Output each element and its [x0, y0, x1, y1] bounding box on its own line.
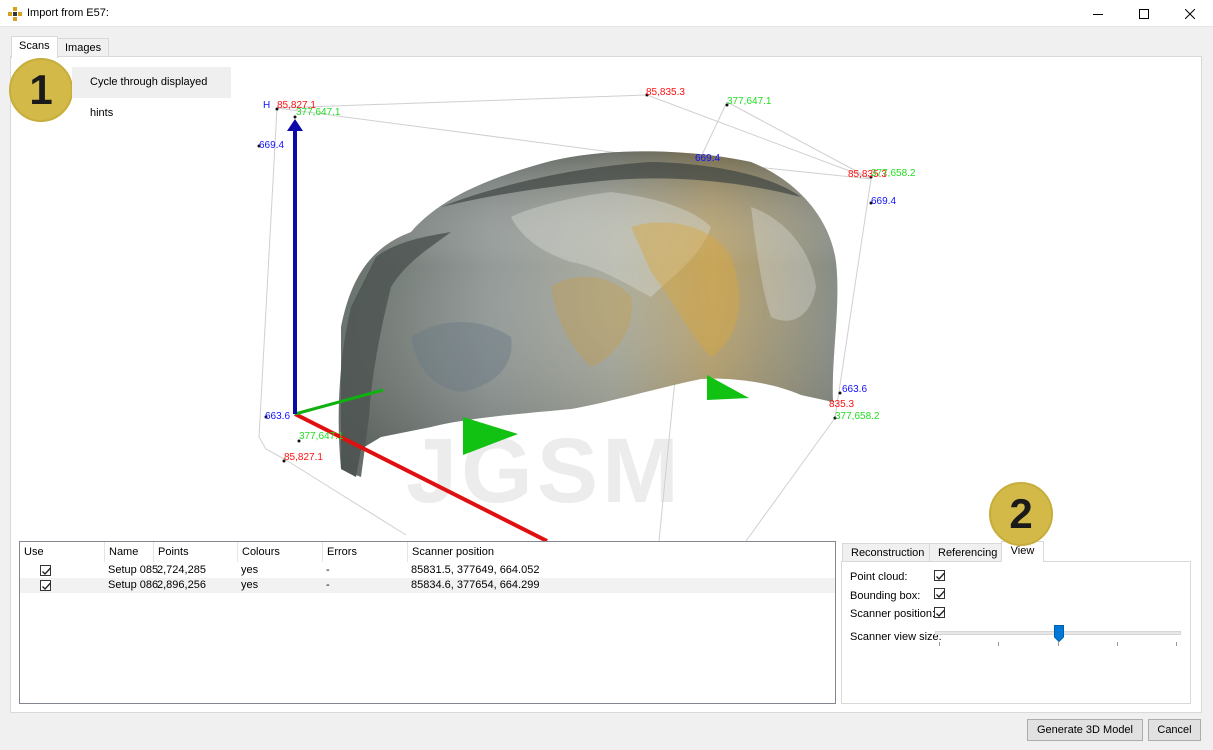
generate-3d-model-button[interactable]: Generate 3D Model — [1027, 719, 1143, 741]
cell-name: Setup 086 — [108, 579, 159, 591]
bbox-label: 377,658.2 — [835, 411, 880, 422]
minimize-button[interactable] — [1075, 0, 1121, 27]
slider-tick — [1176, 642, 1177, 646]
checkmark-icon — [42, 567, 51, 575]
slider-tick — [939, 642, 940, 646]
maximize-button[interactable] — [1121, 0, 1167, 27]
maximize-icon — [1139, 8, 1149, 19]
table-row[interactable]: Setup 086 2,896,256 yes - 85834.6, 37765… — [20, 578, 835, 593]
column-header-scanner-position[interactable]: Scanner position — [408, 542, 558, 562]
checkmark-icon — [42, 582, 51, 590]
z-axis-arrow — [287, 119, 303, 131]
cancel-button[interactable]: Cancel — [1148, 719, 1201, 741]
cell-points: 2,896,256 — [157, 579, 206, 591]
column-header-colours[interactable]: Colours — [238, 542, 323, 562]
use-checkbox[interactable] — [40, 565, 51, 576]
bbox-label: 663.6 — [265, 411, 290, 422]
minimize-icon — [1093, 13, 1103, 15]
table-row[interactable]: Setup 085 2,724,285 yes - 85831.5, 37764… — [20, 563, 835, 578]
bounding-box-label: Bounding box: — [850, 590, 921, 602]
bbox-label: 377,647.1 — [296, 107, 341, 118]
hint-badge-2[interactable]: 2 — [989, 482, 1053, 546]
slider-thumb-icon[interactable] — [1054, 625, 1064, 642]
axis-label-h: H — [263, 100, 270, 111]
cell-points: 2,724,285 — [157, 564, 206, 576]
scans-table: Use Name Points Colours Errors Scanner p… — [19, 541, 836, 704]
title-bar: Import from E57: — [0, 0, 1213, 27]
point-cloud-label: Point cloud: — [850, 571, 908, 583]
checkmark-icon — [936, 590, 945, 598]
slider-tick — [998, 642, 999, 646]
bbox-label: 377,647.1 — [727, 96, 772, 107]
viewer-canvas[interactable]: JGSM H 85,827.1 377,647.1 669.4 85,835.3… — [11, 57, 1201, 541]
cell-errors: - — [326, 579, 330, 591]
scanner-position-label: Scanner position: — [850, 608, 935, 620]
bbox-label: 669.4 — [695, 153, 720, 164]
bbox-label: 85,827.1 — [284, 452, 323, 463]
slider-tick — [1058, 642, 1059, 646]
cell-name: Setup 085 — [108, 564, 159, 576]
bbox-label: 835.3 — [829, 399, 854, 410]
bbox-label: 85,835.3 — [646, 87, 685, 98]
checkmark-icon — [936, 572, 945, 580]
tab-images[interactable]: Images — [57, 38, 110, 58]
tab-scans[interactable]: Scans — [11, 36, 58, 58]
cycle-hints-button[interactable]: Cycle through displayed hints — [72, 67, 231, 119]
bounding-box-checkbox[interactable] — [934, 588, 945, 599]
cell-colours: yes — [241, 564, 259, 576]
bbox-label: 377,647.1 — [299, 431, 344, 442]
close-icon — [1185, 8, 1195, 19]
column-header-use[interactable]: Use — [20, 542, 105, 562]
cell-scanner-position: 85831.5, 377649, 664.052 — [411, 564, 540, 576]
bbox-label: 663.6 — [842, 384, 867, 395]
table-header: Use Name Points Colours Errors Scanner p… — [20, 542, 835, 562]
tab-referencing[interactable]: Referencing — [929, 543, 1007, 562]
point-cloud-checkbox[interactable] — [934, 570, 945, 581]
cell-colours: yes — [241, 579, 259, 591]
column-header-points[interactable]: Points — [154, 542, 238, 562]
column-header-errors[interactable]: Errors — [323, 542, 408, 562]
hint-badge-1[interactable]: 1 — [9, 58, 73, 122]
close-button[interactable] — [1167, 0, 1213, 27]
column-header-name[interactable]: Name — [105, 542, 154, 562]
cell-scanner-position: 85834.6, 377654, 664.299 — [411, 579, 540, 591]
use-checkbox[interactable] — [40, 580, 51, 591]
bbox-label: 377,658.2 — [871, 168, 916, 179]
tab-reconstruction[interactable]: Reconstruction — [842, 543, 934, 562]
watermark-text: JGSM — [406, 420, 683, 522]
bbox-label: 669.4 — [871, 196, 896, 207]
window-title: Import from E57: — [27, 7, 109, 19]
slider-tick — [1117, 642, 1118, 646]
scanner-position-checkbox[interactable] — [934, 607, 945, 618]
point-cloud-viewer[interactable]: JGSM H 85,827.1 377,647.1 669.4 85,835.3… — [11, 57, 1201, 541]
bbox-label: 669.4 — [259, 140, 284, 151]
scanner-view-size-label: Scanner view size: — [850, 631, 942, 643]
checkmark-icon — [936, 609, 945, 617]
cell-errors: - — [326, 564, 330, 576]
app-cross-icon — [8, 7, 22, 21]
